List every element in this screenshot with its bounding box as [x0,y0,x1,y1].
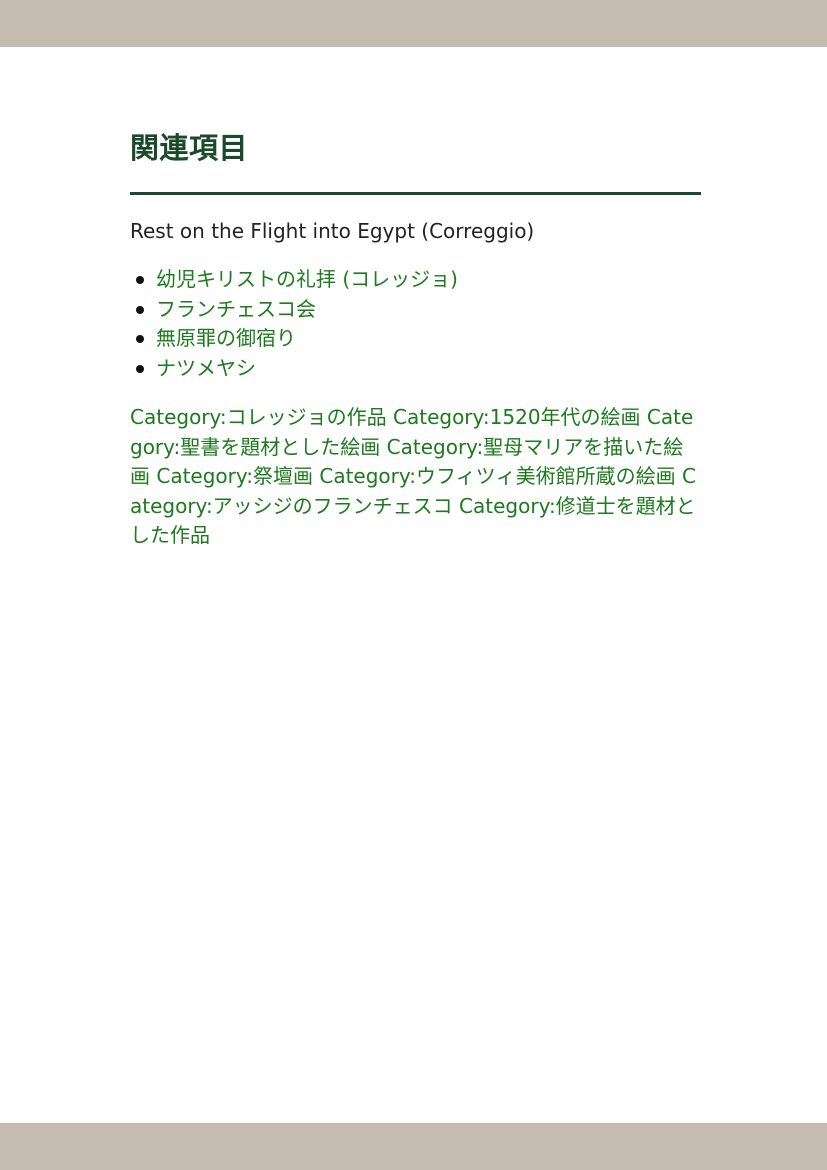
category-link[interactable]: Category:コレッジョの作品 [130,405,387,429]
bottom-footer-bar [0,1123,827,1170]
category-links: Category:コレッジョの作品 Category:1520年代の絵画 Cat… [130,403,701,551]
related-links-list: 幼児キリストの礼拝 (コレッジョ) フランチェスコ会 無原罪の御宿り ナツメヤシ [130,265,701,383]
related-link[interactable]: ナツメヤシ [156,356,256,380]
list-item: ナツメヤシ [130,354,701,384]
intro-text: Rest on the Flight into Egypt (Correggio… [130,219,535,243]
bullet-icon [136,364,144,373]
category-link[interactable]: Category:ウフィツィ美術館所蔵の絵画 [319,464,675,488]
top-header-bar [0,0,827,47]
bullet-icon [136,305,144,314]
bullet-icon [136,335,144,343]
list-item: フランチェスコ会 [130,295,701,325]
section-heading: 関連項目 [130,131,249,165]
related-link[interactable]: 無原罪の御宿り [156,326,296,350]
see-also-section: 関連項目 Rest on the Flight into Egypt (Corr… [130,128,701,551]
category-link[interactable]: Category:祭壇画 [156,464,313,488]
heading-divider [130,192,701,195]
bullet-icon [136,276,144,284]
related-link[interactable]: 幼児キリストの礼拝 (コレッジョ) [156,267,458,291]
list-item: 無原罪の御宿り [130,324,701,354]
list-item: 幼児キリストの礼拝 (コレッジョ) [130,265,701,295]
category-link[interactable]: Category:1520年代の絵画 [393,405,641,429]
related-link[interactable]: フランチェスコ会 [156,297,316,321]
